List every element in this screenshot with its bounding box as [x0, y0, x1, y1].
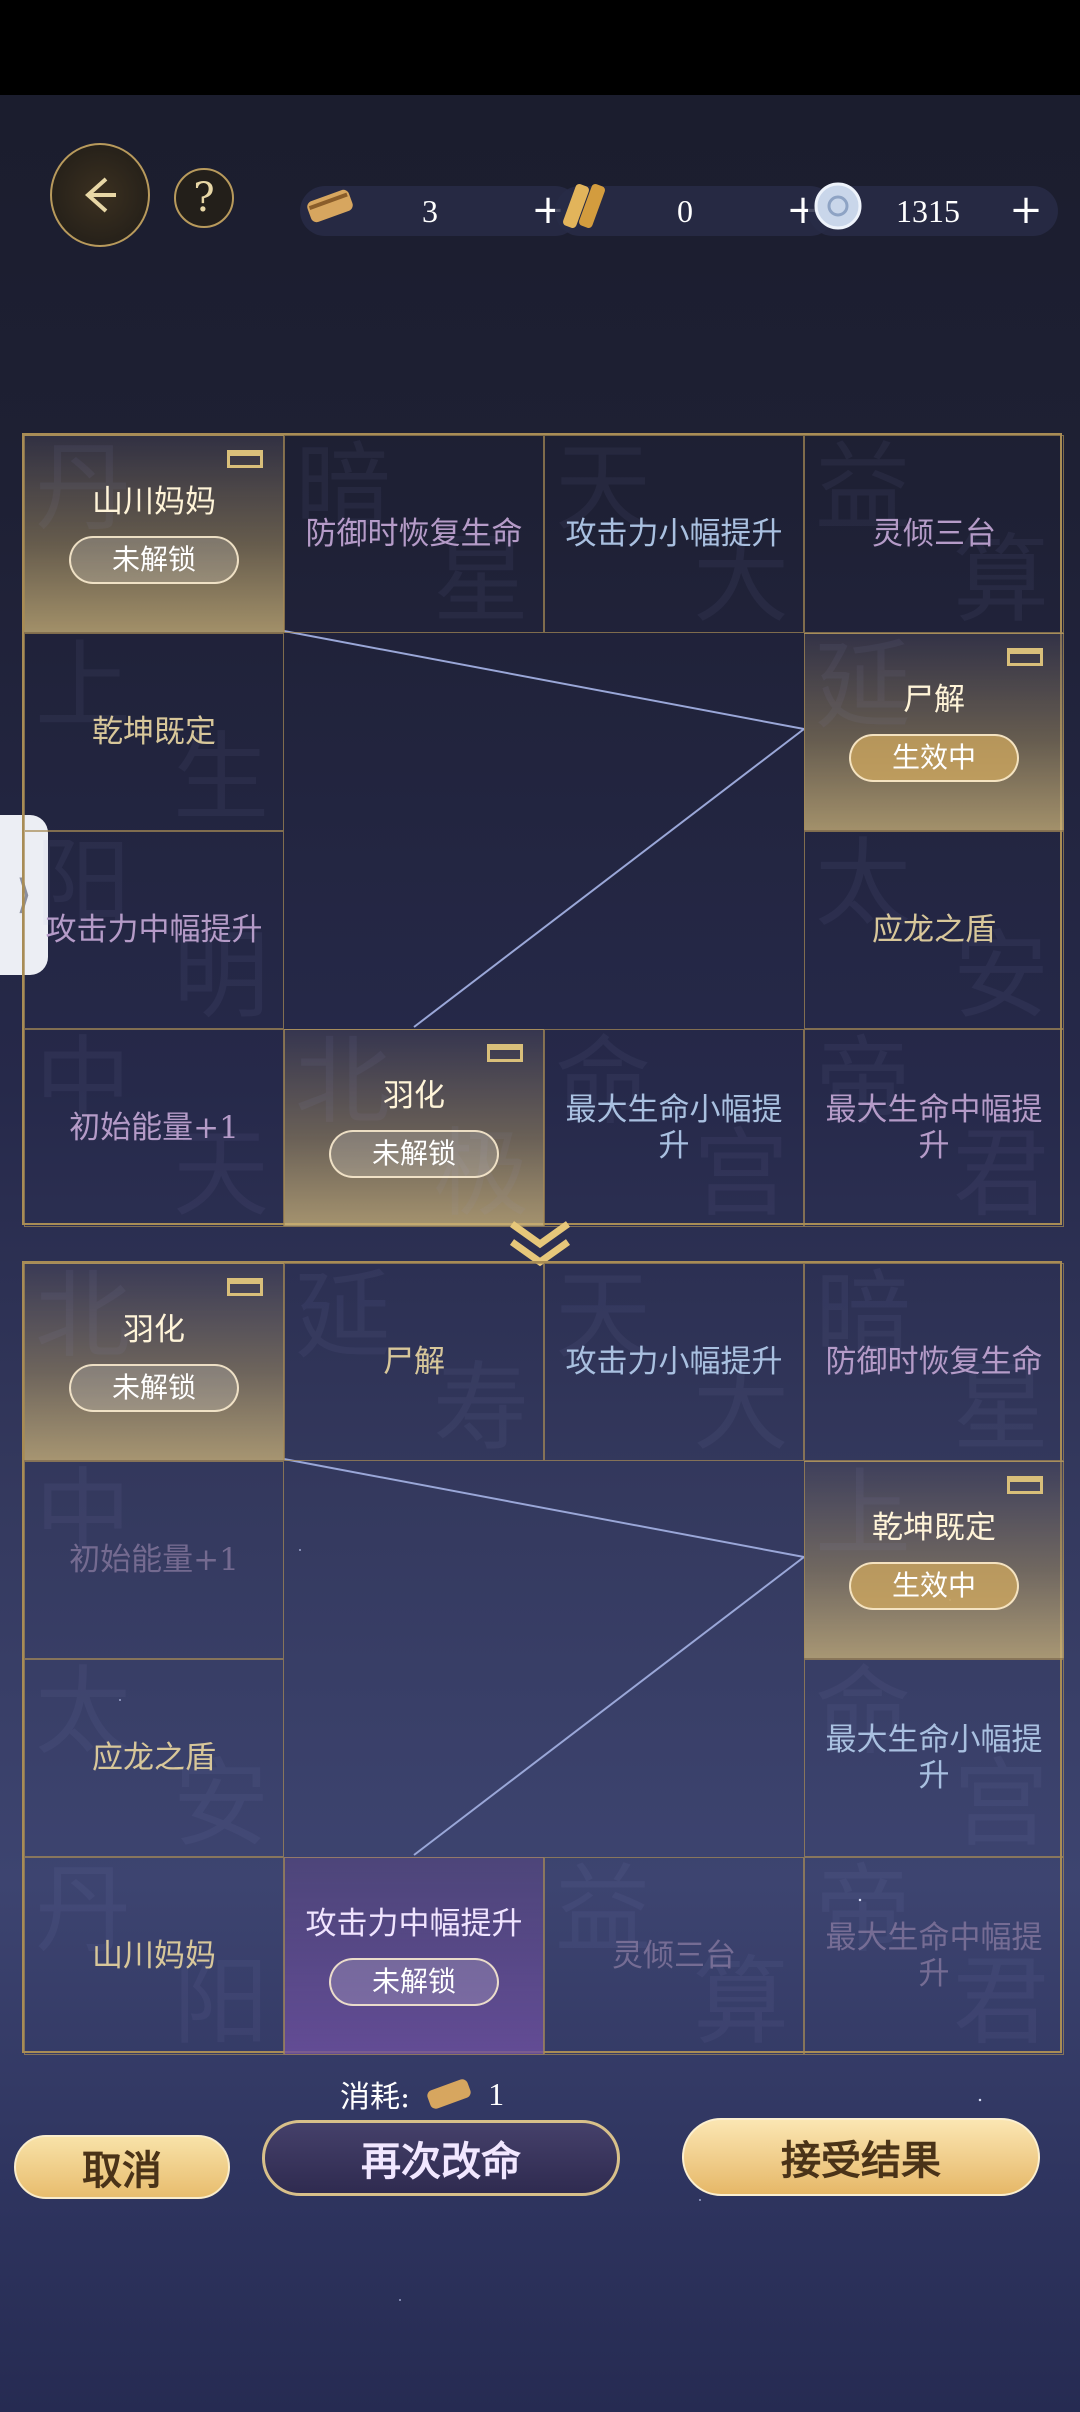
cell-status-badge: 未解锁	[329, 1130, 499, 1178]
cell-status-badge: 未解锁	[69, 1364, 239, 1412]
board-cell[interactable]: 中天初始能量+1	[24, 1029, 284, 1227]
board-cell[interactable]: 北极羽化 未解锁	[284, 1029, 544, 1227]
cell-label: 羽化	[123, 1312, 185, 1348]
board-cell[interactable]: 帝君最大生命中幅提升	[804, 1857, 1064, 2055]
cell-label: 乾坤既定	[92, 714, 216, 750]
cell-status-badge: 生效中	[849, 734, 1019, 782]
board-cell[interactable]: 命宫最大生命小幅提升	[544, 1029, 804, 1227]
cell-label: 灵倾三台	[872, 516, 996, 552]
add-coin-button[interactable]: +	[1004, 188, 1048, 232]
status-bar	[0, 0, 1080, 95]
lock-flag-icon	[1007, 648, 1043, 666]
board-cell[interactable]: 攻击力中幅提升未解锁	[284, 1857, 544, 2055]
scroll-icon	[427, 2079, 471, 2109]
board-cell[interactable]: 天大攻击力小幅提升	[544, 435, 804, 633]
cell-label: 攻击力小幅提升	[565, 1344, 783, 1380]
board-cell[interactable]: 益算灵倾三台	[804, 435, 1064, 633]
board-cell[interactable]: 延尸解 生效中	[804, 633, 1064, 831]
lock-flag-icon	[227, 450, 263, 468]
cell-label: 最大生命小幅提升	[565, 1092, 783, 1164]
cell-label: 攻击力中幅提升	[305, 1906, 523, 1942]
cell-label: 防御时恢复生命	[305, 516, 523, 552]
cell-label: 山川妈妈	[92, 1938, 216, 1974]
cell-label: 灵倾三台	[612, 1938, 736, 1974]
resource-value: 0	[677, 192, 693, 229]
resource-value: 3	[422, 192, 438, 229]
board-cell[interactable]: 延寿尸解	[284, 1263, 544, 1461]
lock-flag-icon	[1007, 1476, 1043, 1494]
cell-label: 初始能量+1	[69, 1542, 239, 1578]
destiny-board-current: 丹山川妈妈 未解锁暗星防御时恢复生命天大攻击力小幅提升益算灵倾三台上生乾坤既定延尸…	[22, 433, 1064, 1227]
cell-label: 攻击力小幅提升	[565, 516, 783, 552]
help-button[interactable]: ?	[174, 168, 234, 228]
board-cell[interactable]: 太安应龙之盾	[804, 831, 1064, 1029]
board-cell[interactable]: 帝君最大生命中幅提升	[804, 1029, 1064, 1227]
cell-status-badge: 生效中	[849, 1562, 1019, 1610]
cell-label: 应龙之盾	[92, 1740, 216, 1776]
cell-label: 山川妈妈	[92, 484, 216, 520]
cell-label: 乾坤既定	[872, 1510, 996, 1546]
cell-status-badge: 未解锁	[69, 536, 239, 584]
board-cell[interactable]: 暗星防御时恢复生命	[284, 435, 544, 633]
board-cell[interactable]: 益算灵倾三台	[544, 1857, 804, 2055]
resource-value: 1315	[896, 192, 960, 229]
cell-label: 应龙之盾	[872, 912, 996, 948]
back-button[interactable]	[0, 140, 150, 250]
cell-status-badge: 未解锁	[329, 1958, 499, 2006]
back-arrow-icon	[50, 143, 150, 247]
lock-flag-icon	[227, 1278, 263, 1296]
cancel-button[interactable]: 取消	[14, 2135, 230, 2199]
cell-label: 最大生命中幅提升	[825, 1092, 1043, 1164]
cell-label: 防御时恢复生命	[825, 1344, 1043, 1380]
board-cell[interactable]: 上生乾坤既定	[24, 633, 284, 831]
resource-scroll: 3 +	[300, 186, 580, 236]
cell-label: 尸解	[383, 1344, 445, 1380]
board-cell[interactable]: 中初始能量+1	[24, 1461, 284, 1659]
board-cell[interactable]: 丹阳山川妈妈	[24, 1857, 284, 2055]
board-cell[interactable]: 天大攻击力小幅提升	[544, 1263, 804, 1461]
board-cell[interactable]: 上乾坤既定 生效中	[804, 1461, 1064, 1659]
cost-value: 1	[488, 2075, 505, 2112]
destiny-board-result: 北羽化 未解锁延寿尸解天大攻击力小幅提升暗星防御时恢复生命中初始能量+1 上乾坤既定…	[22, 1261, 1064, 2055]
cell-label: 攻击力中幅提升	[45, 912, 263, 948]
resource-coin: 1315 +	[808, 182, 1058, 236]
retry-button[interactable]: 再次改命	[262, 2120, 620, 2196]
board-cell[interactable]: 太安应龙之盾	[24, 1659, 284, 1857]
accept-result-button[interactable]: 接受结果	[682, 2118, 1040, 2196]
bamboo-slips-icon	[553, 174, 617, 238]
cell-label: 最大生命小幅提升	[825, 1722, 1043, 1794]
board-cell[interactable]: 阳明攻击力中幅提升	[24, 831, 284, 1029]
board-cell[interactable]: 北羽化 未解锁	[24, 1263, 284, 1461]
cost-indicator: 消耗: 1	[340, 2068, 540, 2120]
cell-label: 最大生命中幅提升	[825, 1920, 1043, 1992]
cell-label: 羽化	[383, 1078, 445, 1114]
board-cell[interactable]: 命宫最大生命小幅提升	[804, 1659, 1064, 1857]
scroll-icon	[298, 174, 362, 238]
board-cell[interactable]: 丹山川妈妈 未解锁	[24, 435, 284, 633]
cell-label: 初始能量+1	[69, 1110, 239, 1146]
board-cell[interactable]: 暗星防御时恢复生命	[804, 1263, 1064, 1461]
lock-flag-icon	[487, 1044, 523, 1062]
cost-label: 消耗:	[340, 2080, 411, 2115]
cell-label: 尸解	[903, 682, 965, 718]
resource-bamboo: 0 +	[555, 184, 835, 236]
